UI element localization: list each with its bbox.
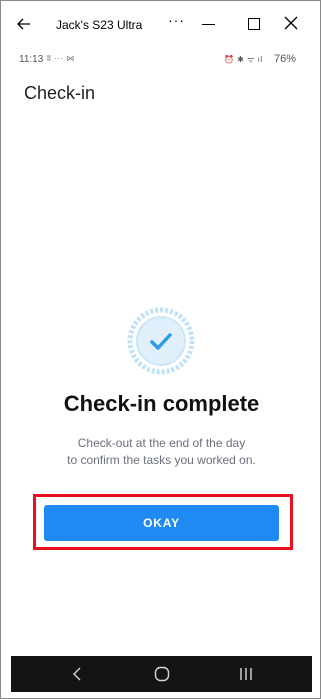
maximize-icon[interactable] [248, 18, 260, 30]
page-title: Check-in [24, 83, 96, 103]
home-circle-icon[interactable] [154, 666, 170, 682]
battery-level: 76% [274, 53, 297, 65]
window-titlebar: Jack's S23 Ultra ··· [2, 2, 319, 48]
status-bar: 11:13 ʬ ··· ⋈ ⏰ ✱ ᯤ ıl 76% [11, 51, 311, 69]
completion-headline: Check-in complete [63, 391, 260, 416]
status-time: 11:13 [19, 54, 44, 65]
minimize-icon[interactable] [202, 24, 215, 25]
close-icon[interactable] [284, 16, 298, 30]
completion-message-line-2: to confirm the tasks you worked on. [67, 453, 256, 467]
arrow-left-icon[interactable] [14, 14, 34, 34]
okay-button[interactable]: OKAY [44, 505, 279, 541]
recents-icon[interactable] [239, 667, 253, 681]
check-circle-icon [127, 307, 195, 375]
completion-message: Check-out at the end of the day to confi… [1, 435, 321, 469]
navigation-bar [11, 656, 312, 692]
device-window: Jack's S23 Ultra ··· 11:13 ʬ ··· ⋈ ⏰ ✱ ᯤ… [0, 0, 321, 699]
window-title: Jack's S23 Ultra [56, 18, 143, 32]
completion-message-line-1: Check-out at the end of the day [77, 436, 246, 450]
system-icons: ⏰ ✱ ᯤ ıl [224, 55, 263, 64]
notification-icons: ʬ ··· ⋈ [47, 54, 75, 63]
chevron-left-icon[interactable] [71, 666, 83, 682]
more-options-button[interactable]: ··· [168, 12, 185, 28]
